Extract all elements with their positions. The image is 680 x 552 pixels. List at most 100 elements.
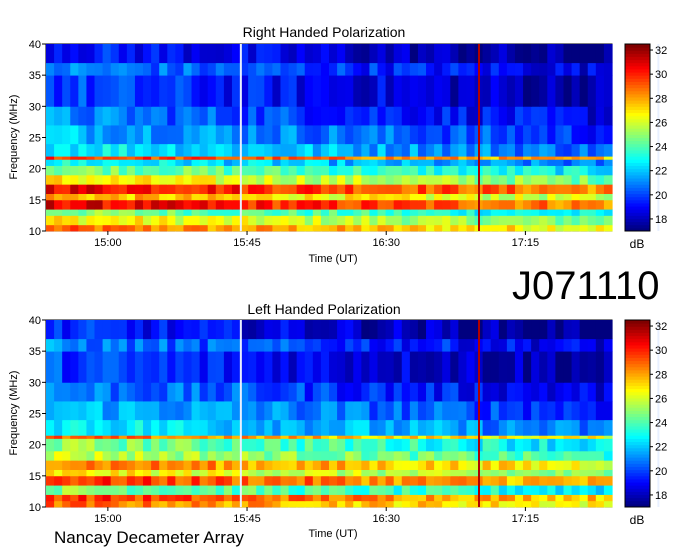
heatmap-cell: [393, 435, 403, 439]
heatmap-cell: [417, 382, 427, 402]
heatmap-cell: [369, 215, 379, 226]
heatmap-cell: [134, 174, 144, 185]
heatmap-cell: [167, 500, 176, 508]
heatmap-cell: [110, 450, 120, 461]
heatmap-cell: [70, 475, 79, 486]
heatmap-cell: [337, 199, 346, 210]
colorbar-step: [625, 187, 650, 191]
heatmap-cell: [531, 382, 540, 402]
heatmap-cell: [110, 338, 120, 352]
heatmap-cell: [555, 209, 565, 216]
heatmap-cell: [223, 494, 233, 502]
heatmap-cell: [393, 460, 403, 470]
heatmap-cell: [442, 494, 451, 502]
heatmap-cell: [159, 500, 168, 508]
heatmap-cell: [215, 143, 225, 157]
heatmap-cell: [151, 401, 160, 421]
heatmap-cell: [531, 320, 540, 340]
heatmap-cell: [482, 174, 492, 185]
heatmap-cell: [102, 193, 112, 201]
heatmap-cell: [54, 199, 63, 210]
heatmap-cell: [539, 159, 548, 166]
heatmap-cell: [86, 106, 96, 126]
heatmap-cell: [199, 224, 209, 232]
heatmap-cell: [458, 494, 468, 502]
heatmap-cell: [490, 401, 500, 421]
heatmap-cell: [514, 460, 524, 470]
heatmap-cell: [361, 215, 371, 226]
heatmap-cell: [191, 320, 201, 340]
heatmap-cell: [579, 401, 589, 421]
heatmap-cell: [62, 450, 71, 461]
heatmap-cell: [62, 500, 71, 508]
heatmap-cell: [482, 450, 492, 461]
heatmap-cell: [393, 75, 403, 107]
heatmap-cell: [385, 62, 395, 76]
heatmap-cell: [571, 44, 581, 64]
heatmap-cell: [377, 44, 387, 64]
heatmap-cell: [458, 401, 468, 421]
heatmap-cell: [498, 351, 508, 383]
heatmap-cell: [401, 450, 411, 461]
heatmap-cell: [426, 193, 435, 201]
heatmap-cell: [248, 435, 257, 439]
heatmap-cell: [296, 460, 306, 470]
heatmap-cell: [466, 193, 476, 201]
heatmap-cell: [385, 224, 395, 232]
heatmap-cell: [377, 438, 387, 452]
heatmap-cell: [426, 450, 435, 461]
heatmap-cell: [126, 469, 136, 477]
heatmap-cell: [110, 419, 120, 436]
heatmap-cell: [514, 475, 524, 486]
x-axis: 15:00 15:45 16:30 17:15: [94, 231, 539, 249]
heatmap-cell: [118, 401, 128, 421]
heatmap-cell: [426, 320, 435, 340]
heatmap-cell: [248, 193, 257, 201]
heatmap-cell: [175, 494, 185, 502]
heatmap-cell: [86, 401, 96, 421]
colorbar-step: [625, 202, 650, 207]
heatmap-cell: [54, 159, 63, 166]
heatmap-cell: [595, 460, 605, 470]
heatmap-cell: [514, 143, 524, 157]
heatmap-cell: [248, 165, 257, 176]
heatmap-cell: [304, 401, 314, 421]
colorbar-step: [625, 178, 650, 182]
colorbar-step: [625, 429, 650, 433]
heatmap-cell: [94, 174, 104, 185]
heatmap-cell: [377, 193, 387, 201]
colorbar-step: [625, 199, 650, 204]
heatmap-cell: [118, 500, 128, 508]
heatmap-cell: [490, 199, 500, 210]
heatmap-cell: [603, 435, 613, 439]
heatmap-cell: [62, 62, 71, 76]
heatmap-cell: [264, 500, 273, 508]
heatmap-cell: [78, 106, 88, 126]
heatmap-cell: [256, 143, 265, 157]
heatmap-cell: [563, 460, 573, 470]
heatmap-cell: [458, 475, 468, 486]
left-polarization-panel: Left Handed Polarization 10152025303540 …: [8, 301, 667, 540]
heatmap-cell: [118, 209, 128, 216]
heatmap-cell: [231, 75, 241, 107]
x-tick-label: 16:30: [372, 513, 400, 525]
colorbar-step: [625, 447, 650, 452]
heatmap-cell: [175, 159, 185, 166]
heatmap-cell: [126, 475, 136, 486]
heatmap-cell: [531, 199, 540, 210]
heatmap-cell: [46, 450, 55, 461]
heatmap-cell: [264, 44, 273, 64]
heatmap-cell: [369, 338, 379, 352]
heatmap-cell: [498, 338, 508, 352]
heatmap-cell: [288, 143, 298, 157]
heatmap-cell: [345, 450, 354, 461]
heatmap-cell: [151, 174, 160, 185]
heatmap-cell: [369, 75, 379, 107]
colorbar-step: [625, 168, 650, 173]
colorbar-step: [625, 366, 650, 371]
heatmap-cell: [272, 435, 282, 439]
heatmap-cell: [207, 62, 217, 76]
heatmap-cell: [248, 143, 257, 157]
heatmap-cell: [547, 215, 556, 226]
heatmap-cell: [353, 382, 362, 402]
